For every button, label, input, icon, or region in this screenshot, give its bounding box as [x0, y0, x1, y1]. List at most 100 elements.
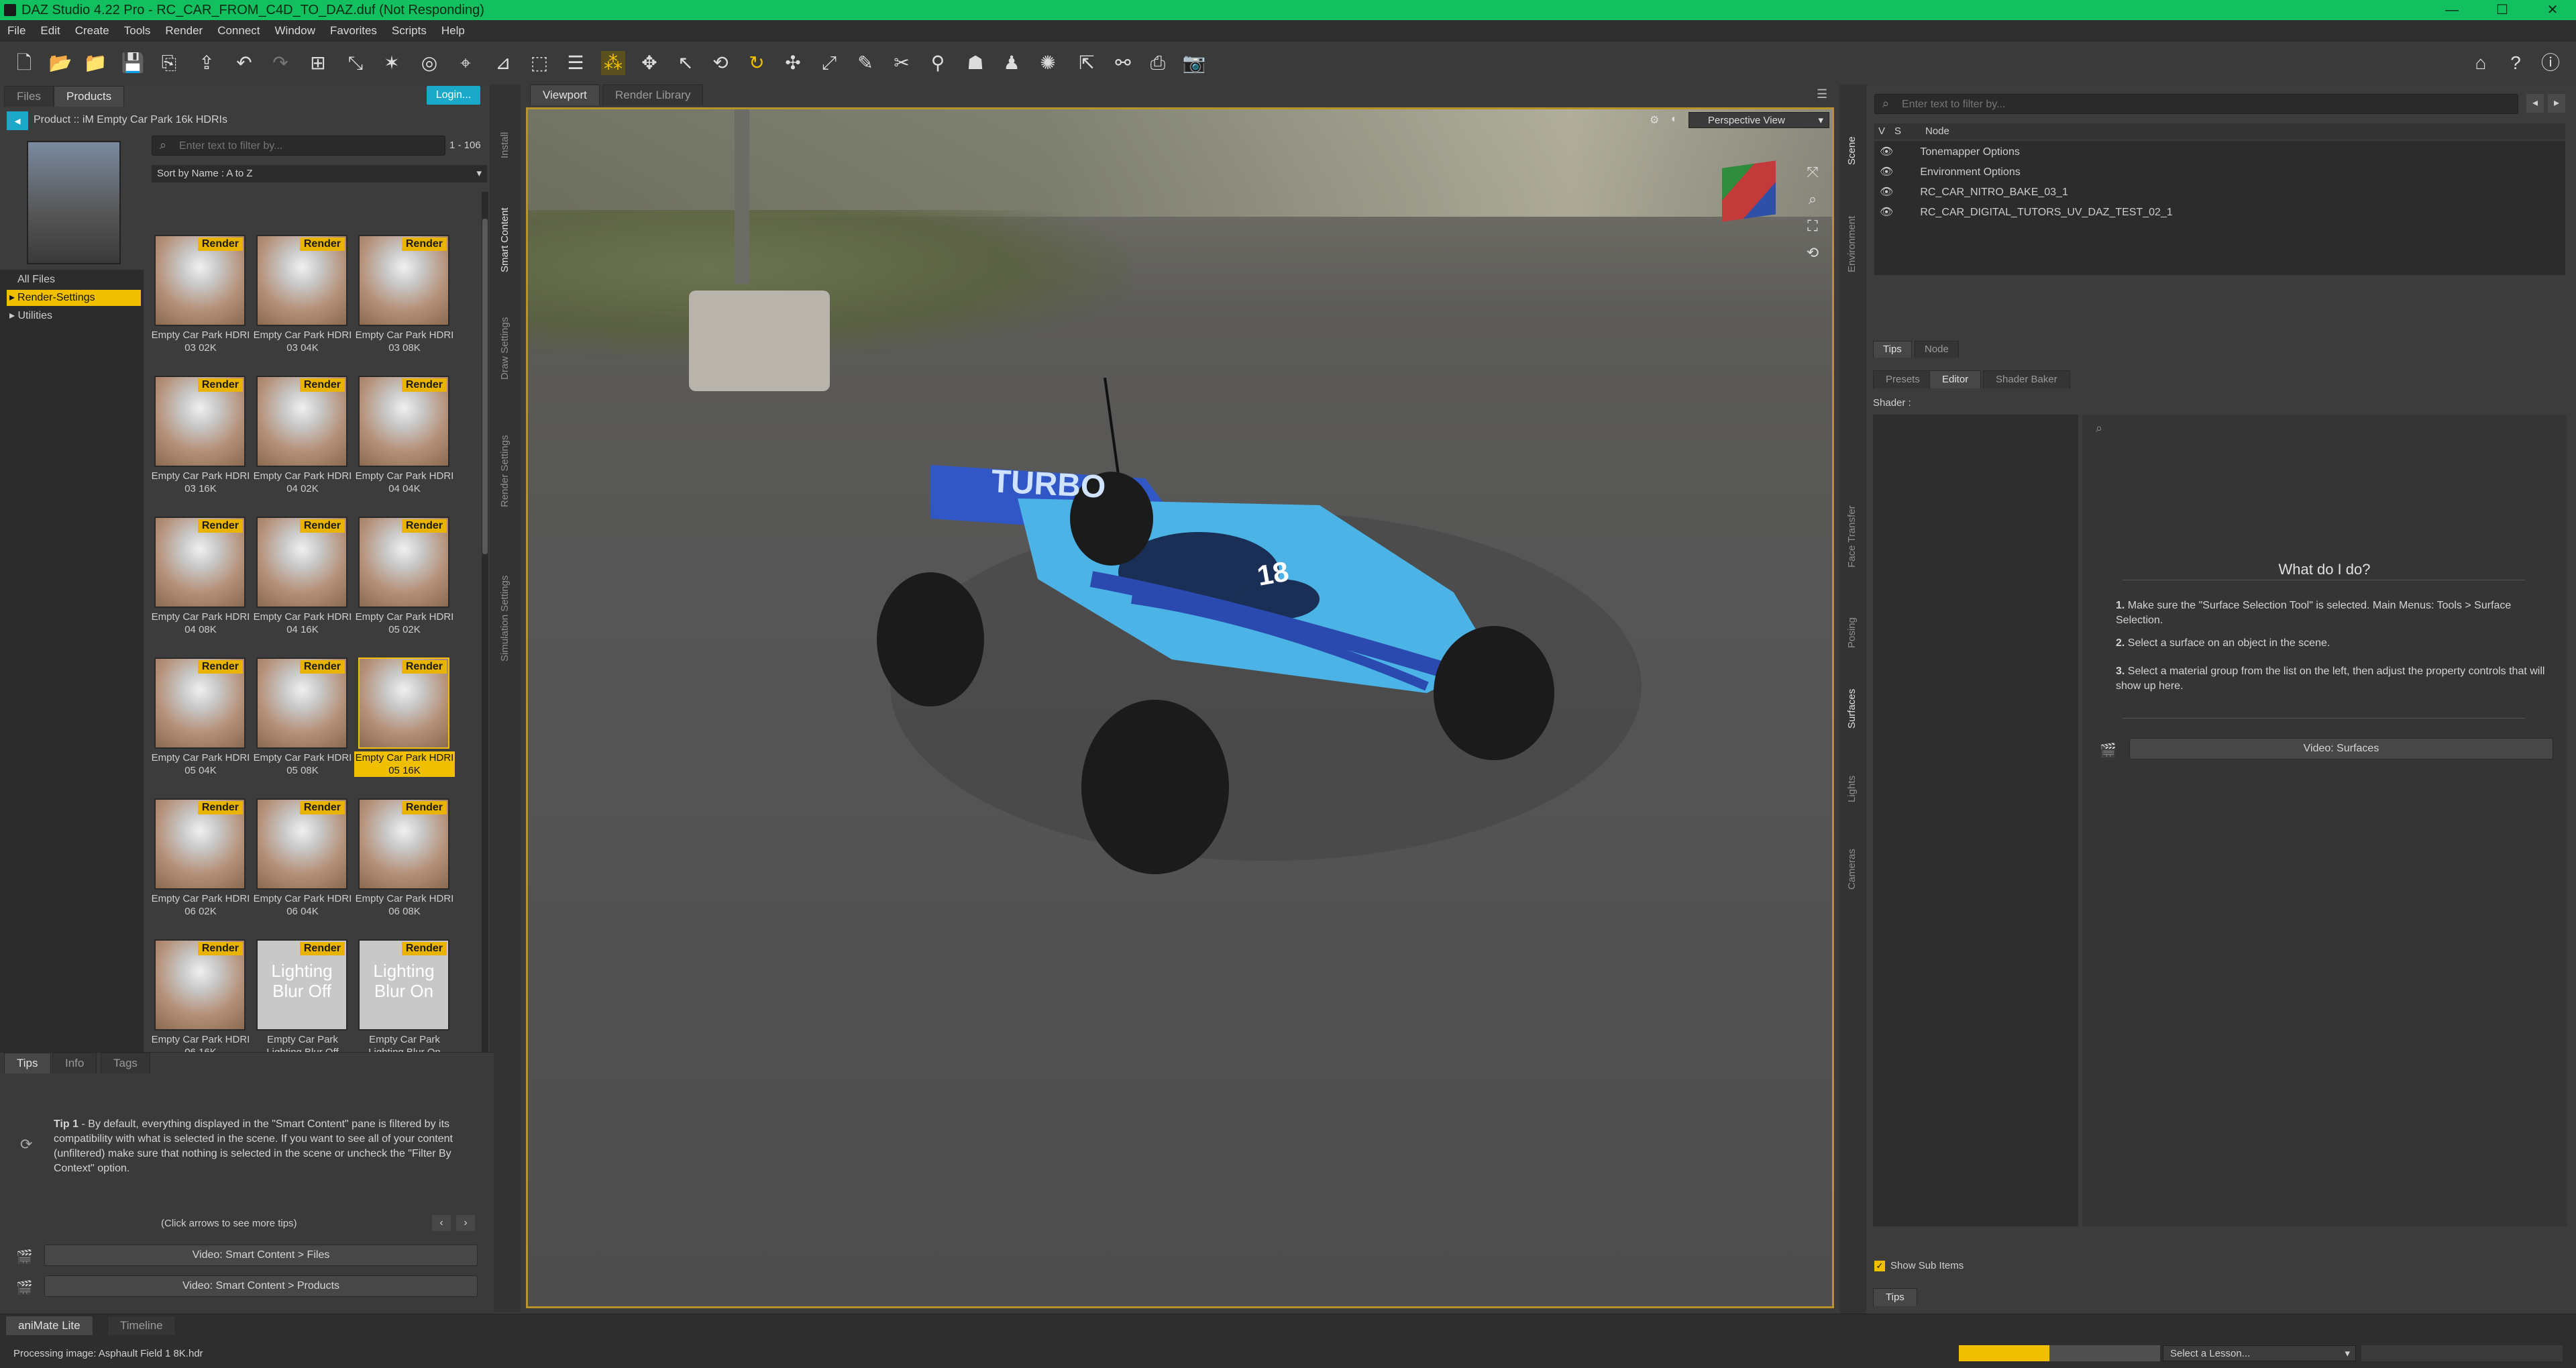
product-thumbnail[interactable] [27, 141, 121, 264]
vtab-lights[interactable]: Lights [1846, 776, 1858, 802]
region-nav-icon[interactable]: ⬚ [527, 51, 551, 75]
vtab-smart-content[interactable]: Smart Content [499, 207, 511, 272]
pane-menu-icon[interactable]: ☰ [1817, 87, 1827, 101]
content-thumbnail[interactable]: Render [256, 517, 347, 608]
surface-list[interactable] [1873, 415, 2078, 1226]
menu-file[interactable]: File [0, 20, 33, 42]
menu-tools[interactable]: Tools [117, 20, 158, 42]
open-recent-icon[interactable]: 📁 [83, 51, 107, 75]
merge-icon[interactable]: ⎘ [157, 51, 181, 75]
maximize-button[interactable]: ☐ [2482, 0, 2522, 20]
login-button[interactable]: Login... [427, 86, 480, 105]
tab-viewport[interactable]: Viewport [530, 85, 600, 105]
scale-icon[interactable]: ⤢ [817, 51, 841, 75]
pointer-icon[interactable]: ↖ [674, 51, 698, 75]
vtab-scene[interactable]: Scene [1846, 136, 1858, 165]
light-icon[interactable]: ✺ [1036, 51, 1060, 75]
lesson-step-buttons[interactable] [2361, 1345, 2563, 1361]
universal-tool-icon[interactable]: ✥ [637, 51, 661, 75]
content-thumbnail[interactable]: Render [358, 657, 449, 749]
content-thumbnail[interactable]: Render [154, 235, 246, 326]
content-thumbnail[interactable]: Lighting Blur Off Render [256, 939, 347, 1031]
vtab-surfaces[interactable]: Surfaces [1846, 689, 1858, 729]
home-icon[interactable]: ⌂ [2469, 51, 2493, 75]
show-sub-items[interactable]: ✓ Show Sub Items [1874, 1260, 1964, 1271]
tab-scene-tips[interactable]: Tips [1873, 341, 1912, 358]
content-thumbnail[interactable]: Render [154, 657, 246, 749]
open-icon[interactable]: 📂 [48, 51, 72, 75]
pose-icon[interactable]: ♟ [1000, 51, 1024, 75]
navigation-controls[interactable]: ⤧ ⌕ ⛶ ⟲ [1803, 159, 1823, 266]
content-thumbnail[interactable]: Render [358, 517, 449, 608]
tree-item-all-files[interactable]: All Files [17, 274, 55, 286]
menu-help[interactable]: Help [434, 20, 472, 42]
spot-render-icon[interactable]: ✶ [380, 51, 404, 75]
checkbox-checked-icon[interactable]: ✓ [1874, 1261, 1885, 1271]
viewport-options-icon[interactable]: ⚙ [1650, 113, 1662, 126]
list-icon[interactable]: ☰ [564, 51, 588, 75]
view-cube[interactable] [1722, 160, 1776, 222]
joint-tool-icon[interactable]: ✂ [890, 51, 914, 75]
vtab-face-transfer[interactable]: Face Transfer [1846, 505, 1858, 568]
joint-editor-icon[interactable]: ⤡ [343, 51, 368, 75]
eye-icon[interactable]: 👁 [1880, 207, 1893, 218]
link-icon[interactable]: ⚯ [1111, 51, 1135, 75]
eye-icon[interactable]: 👁 [1880, 146, 1893, 158]
help-icon[interactable]: ⓘ [2538, 51, 2563, 75]
tab-files[interactable]: Files [4, 86, 54, 107]
translate-icon[interactable]: ✣ [781, 51, 805, 75]
vtab-render-settings[interactable]: Render Settings [499, 435, 511, 507]
content-thumbnail[interactable]: Render [256, 235, 347, 326]
vtab-cameras[interactable]: Cameras [1846, 849, 1858, 890]
vtab-posing[interactable]: Posing [1846, 617, 1858, 648]
vtab-simulation-settings[interactable]: Simulation Settings [499, 576, 511, 662]
menu-favorites[interactable]: Favorites [323, 20, 384, 42]
content-thumbnail[interactable]: Render [154, 376, 246, 467]
save-icon[interactable]: 💾 [121, 51, 145, 75]
figure-icon[interactable]: ☗ [963, 51, 987, 75]
geometry-editor-icon[interactable]: ⌖ [453, 51, 478, 75]
export-icon[interactable]: ⇪ [195, 51, 219, 75]
vtab-draw-settings[interactable]: Draw Settings [499, 317, 511, 380]
3d-viewport[interactable]: ⚙ ◐ Perspective View ▾ ⤧ ⌕ ⛶ ⟲ TURBO 18 [526, 107, 1834, 1308]
next-tip-button[interactable]: › [456, 1215, 475, 1231]
new-scene-icon[interactable]: 🗋 [12, 51, 36, 75]
tab-tags[interactable]: Tags [101, 1053, 150, 1073]
create-node-icon[interactable]: ⊞ [306, 51, 330, 75]
render-icon[interactable]: 📷 [1182, 51, 1206, 75]
redo-icon[interactable]: ↷ [268, 51, 292, 75]
tab-editor[interactable]: Editor [1929, 370, 1982, 388]
tab-shader-baker[interactable]: Shader Baker [1983, 370, 2070, 388]
scene-options-icon[interactable]: ◂ [2526, 94, 2544, 113]
video-files-button[interactable]: Video: Smart Content > Files [44, 1245, 478, 1266]
menu-create[interactable]: Create [68, 20, 117, 42]
scene-menu-icon[interactable]: ▸ [2548, 94, 2565, 113]
back-icon[interactable]: ◂ [7, 111, 28, 130]
scene-filter-input[interactable]: Enter text to filter by... [1874, 94, 2518, 114]
content-scrollbar[interactable] [482, 192, 488, 1131]
content-thumbnail[interactable]: Render [256, 376, 347, 467]
scene-node[interactable]: 👁 RC_CAR_DIGITAL_TUTORS_UV_DAZ_TEST_02_1 [1880, 205, 2173, 219]
content-thumbnail[interactable]: Render [154, 939, 246, 1031]
prev-tip-button[interactable]: ‹ [432, 1215, 451, 1231]
sort-dropdown[interactable]: Sort by Name : A to Z ▾ [152, 165, 487, 182]
tab-scene-node[interactable]: Node [1915, 341, 1959, 358]
tab-presets[interactable]: Presets [1873, 370, 1933, 388]
bone-icon[interactable]: ⚲ [926, 51, 950, 75]
scene-node[interactable]: 👁 Environment Options [1880, 165, 2021, 178]
view-select-dropdown[interactable]: Perspective View ▾ [1688, 112, 1829, 128]
minimize-button[interactable]: — [2432, 0, 2472, 20]
scene-node[interactable]: 👁 Tonemapper Options [1880, 145, 2020, 158]
tab-animate-lite[interactable]: aniMate Lite [5, 1316, 93, 1335]
content-thumbnail[interactable]: Render [154, 798, 246, 890]
content-thumbnail[interactable]: Lighting Blur On Render [358, 939, 449, 1031]
scene-node[interactable]: 👁 RC_CAR_NITRO_BAKE_03_1 [1880, 185, 2068, 199]
node-selection-icon[interactable]: ◎ [417, 51, 441, 75]
lesson-dropdown[interactable]: Select a Lesson... ▾ [2163, 1345, 2356, 1361]
undo-icon[interactable]: ↶ [232, 51, 256, 75]
tree-item-render-settings[interactable]: ▸ Render-Settings [7, 290, 141, 306]
close-button[interactable]: ✕ [2532, 0, 2573, 20]
content-thumbnail[interactable]: Render [358, 235, 449, 326]
menu-scripts[interactable]: Scripts [384, 20, 434, 42]
surface-selection-icon[interactable]: ⊿ [491, 51, 515, 75]
